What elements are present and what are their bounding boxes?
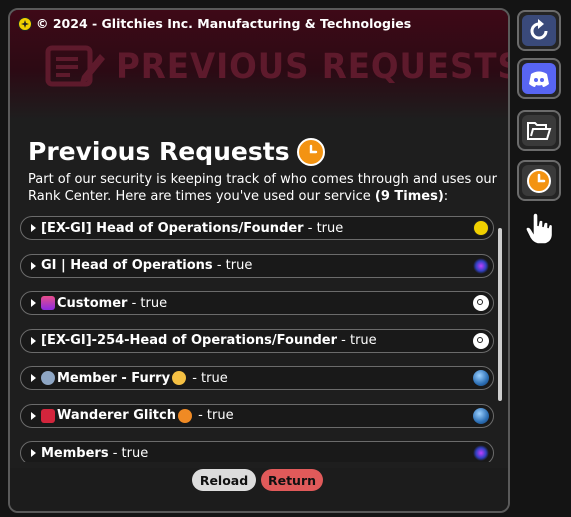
list-scrollbar[interactable]	[498, 228, 502, 401]
expand-triangle-icon[interactable]	[31, 411, 36, 420]
role-value: true	[206, 408, 234, 423]
folder-icon	[527, 121, 552, 140]
copyright-text: © 2024 - Glitchies Inc. Manufacturing & …	[36, 16, 412, 31]
expand-triangle-icon[interactable]	[31, 224, 36, 232]
banner: © 2024 - Glitchies Inc. Manufacturing & …	[10, 10, 508, 120]
discord-button[interactable]	[517, 58, 561, 99]
expand-triangle-icon[interactable]	[31, 336, 36, 345]
page-title-text: Previous Requests	[28, 137, 290, 166]
return-button[interactable]: Return	[261, 469, 323, 491]
copyright-line: © 2024 - Glitchies Inc. Manufacturing & …	[18, 16, 411, 31]
cat-emoji-icon	[172, 371, 187, 385]
previous-requests-panel: © 2024 - Glitchies Inc. Manufacturing & …	[8, 8, 510, 513]
expand-triangle-icon[interactable]	[31, 374, 36, 382]
banner-title: PREVIOUS REQUESTS	[44, 44, 510, 90]
open-folder-button[interactable]	[517, 110, 561, 151]
banner-title-text: PREVIOUS REQUESTS	[116, 47, 510, 87]
request-count: (9 Times)	[374, 189, 444, 204]
list-item[interactable]: Wanderer Glitch - true	[20, 403, 494, 428]
list-item[interactable]: Customer - true	[20, 291, 494, 315]
role-name: [EX-GI]-254-Head of Operations/Founder	[41, 333, 337, 348]
refresh-icon	[530, 18, 548, 39]
expand-triangle-icon[interactable]	[31, 449, 36, 457]
role-name: [EX-GI] Head of Operations/Founder	[41, 220, 304, 236]
role-value: true	[316, 220, 344, 236]
description-suffix: :	[443, 189, 449, 204]
role-name: Member - Furry	[57, 370, 171, 386]
requests-list[interactable]: [EX-GI] Head of Operations/Founder - tru…	[20, 216, 494, 462]
expand-triangle-icon[interactable]	[31, 261, 36, 270]
glitchies-logo-icon	[18, 16, 32, 31]
list-item[interactable]: [EX-GI] Head of Operations/Founder - tru…	[20, 216, 494, 240]
role-name: GI | Head of Operations	[41, 258, 213, 273]
refresh-button[interactable]	[517, 10, 561, 51]
wolf-emoji-icon	[41, 371, 55, 385]
footer-bar	[10, 468, 508, 511]
role-name: Wanderer Glitch	[57, 408, 176, 423]
expand-triangle-icon[interactable]	[31, 299, 36, 307]
galaxy-icon	[473, 257, 489, 274]
fox-emoji-icon	[177, 408, 192, 423]
clock-icon	[527, 168, 551, 193]
hand-cursor-icon	[525, 212, 554, 245]
role-value: true	[140, 295, 168, 311]
reload-button[interactable]: Reload	[192, 469, 256, 491]
galaxy-icon	[473, 445, 489, 461]
role-value: true	[225, 258, 253, 273]
request-form-icon	[45, 45, 105, 87]
shopping-bags-emoji-icon	[41, 296, 55, 310]
page-description: Part of our security is keeping track of…	[28, 171, 498, 205]
list-item[interactable]: GI | Head of Operations - true	[20, 253, 494, 278]
discord-icon	[529, 71, 549, 87]
glitchies-logo-icon	[473, 220, 489, 236]
target-icon	[473, 332, 489, 349]
page-title: Previous Requests	[28, 137, 325, 166]
role-value: true	[201, 370, 228, 386]
list-item[interactable]: [EX-GI]-254-Head of Operations/Founder -…	[20, 328, 494, 353]
target-icon	[473, 295, 489, 311]
backpack-emoji-icon	[41, 408, 55, 423]
role-name: Members	[41, 445, 109, 461]
clock-icon	[296, 137, 325, 166]
globe-icon	[473, 370, 489, 386]
role-name: Customer	[57, 295, 128, 311]
role-value: true	[121, 445, 149, 461]
previous-requests-button[interactable]	[517, 160, 561, 201]
list-item[interactable]: Member - Furry - true	[20, 366, 494, 390]
globe-icon	[473, 407, 489, 424]
role-value: true	[349, 333, 377, 348]
list-item[interactable]: Members - true	[20, 441, 494, 462]
